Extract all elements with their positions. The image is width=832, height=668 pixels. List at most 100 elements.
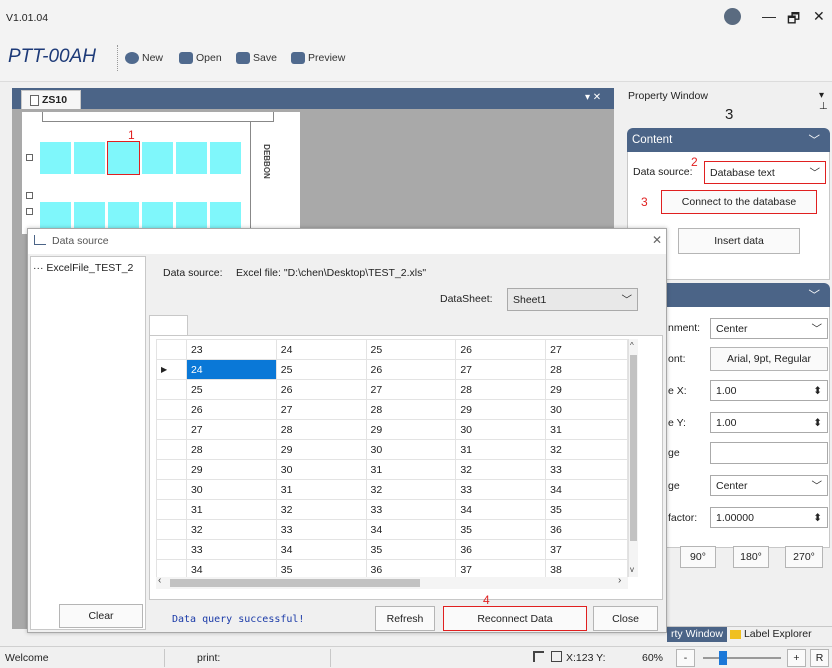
- label-cell[interactable]: [142, 142, 173, 174]
- table-row[interactable]: 29 30 31 32 33: [156, 459, 628, 480]
- table-row[interactable]: 28 29 30 31 32: [156, 439, 628, 460]
- pin-icon[interactable]: ▾ ⊥: [819, 90, 832, 112]
- table-row[interactable]: 30 31 32 33 34: [156, 479, 628, 500]
- cell[interactable]: 31: [275, 479, 367, 500]
- connect-database-button[interactable]: Connect to the database: [661, 190, 817, 214]
- cell[interactable]: 28: [455, 379, 547, 400]
- scrollbar-thumb-horizontal[interactable]: [170, 579, 420, 587]
- cell[interactable]: 34: [455, 499, 547, 520]
- insert-data-button[interactable]: Insert data: [678, 228, 800, 254]
- range-input[interactable]: [710, 442, 828, 464]
- cell[interactable]: 34: [365, 519, 457, 540]
- save-button[interactable]: Save: [236, 52, 277, 64]
- table-row[interactable]: 31 32 33 34 35: [156, 499, 628, 520]
- preview-button[interactable]: Preview: [291, 52, 345, 64]
- vertical-scrollbar[interactable]: ^ v: [628, 339, 638, 577]
- cell[interactable]: 31: [455, 439, 547, 460]
- label-cell[interactable]: [176, 202, 207, 228]
- cell[interactable]: 26: [275, 379, 367, 400]
- cell[interactable]: 34: [545, 479, 628, 500]
- scroll-left-icon[interactable]: ‹: [158, 575, 161, 586]
- cell[interactable]: 32: [545, 439, 628, 460]
- cell[interactable]: 33: [185, 539, 277, 560]
- table-row[interactable]: 26 27 28 29 30: [156, 399, 628, 420]
- label-cell[interactable]: [210, 142, 241, 174]
- cell[interactable]: 35: [275, 559, 367, 577]
- label-cell[interactable]: [210, 202, 241, 228]
- scale-y-stepper[interactable]: 1.00 ⬍: [710, 412, 828, 433]
- spinner-icon[interactable]: ⬍: [813, 417, 822, 429]
- cell[interactable]: 28: [545, 359, 628, 380]
- cell[interactable]: 36: [545, 519, 628, 540]
- cell[interactable]: 30: [545, 399, 628, 420]
- cell[interactable]: 31: [185, 499, 277, 520]
- scale-x-stepper[interactable]: 1.00 ⬍: [710, 380, 828, 401]
- spinner-icon[interactable]: ⬍: [813, 512, 822, 524]
- cell[interactable]: 32: [275, 499, 367, 520]
- rotate-180-button[interactable]: 180°: [733, 546, 769, 568]
- cell[interactable]: 28: [365, 399, 457, 420]
- cell[interactable]: 25: [275, 359, 367, 380]
- cell[interactable]: 32: [455, 459, 547, 480]
- cell[interactable]: 32: [185, 519, 277, 540]
- clear-button[interactable]: Clear: [59, 604, 143, 628]
- label-cell-selected[interactable]: [107, 141, 140, 175]
- cell[interactable]: 27: [365, 379, 457, 400]
- cell[interactable]: 31: [365, 459, 457, 480]
- cell[interactable]: 26: [365, 359, 457, 380]
- cell[interactable]: 28: [185, 439, 277, 460]
- cell[interactable]: 25: [185, 379, 277, 400]
- cell[interactable]: 30: [185, 479, 277, 500]
- cell[interactable]: 29: [365, 419, 457, 440]
- font-button[interactable]: Arial, 9pt, Regular: [710, 347, 828, 371]
- rotate-270-button[interactable]: 270°: [785, 546, 823, 568]
- cell[interactable]: 36: [455, 539, 547, 560]
- cell[interactable]: 33: [455, 479, 547, 500]
- globe-icon[interactable]: [724, 8, 741, 25]
- datasheet-select[interactable]: Sheet1 ﹀: [507, 288, 638, 311]
- minimize-button[interactable]: —: [762, 8, 776, 24]
- cell[interactable]: 27: [185, 419, 277, 440]
- close-button[interactable]: ✕: [813, 8, 825, 25]
- cell[interactable]: 35: [365, 539, 457, 560]
- cell[interactable]: 30: [365, 439, 457, 460]
- grid-icon[interactable]: [551, 651, 562, 662]
- scroll-down-icon[interactable]: v: [630, 565, 634, 574]
- alignment-select[interactable]: Center ﹀: [710, 318, 828, 339]
- label-cell[interactable]: [108, 202, 139, 228]
- column-header[interactable]: 24: [275, 339, 367, 360]
- label-cell[interactable]: [74, 202, 105, 228]
- factor-stepper[interactable]: 1.00000 ⬍: [710, 507, 828, 528]
- cell[interactable]: 35: [455, 519, 547, 540]
- scroll-up-icon[interactable]: ^: [630, 341, 634, 350]
- data-source-select[interactable]: Database text ﹀: [704, 161, 826, 184]
- label-cell[interactable]: [40, 142, 71, 174]
- tree-item-excelfile[interactable]: ··· ExcelFile_TEST_2: [33, 262, 133, 274]
- table-row[interactable]: 32 33 34 35 36: [156, 519, 628, 540]
- cell[interactable]: 30: [455, 419, 547, 440]
- cell[interactable]: 33: [365, 499, 457, 520]
- cell[interactable]: 33: [275, 519, 367, 540]
- cell[interactable]: 30: [275, 459, 367, 480]
- horizontal-scrollbar[interactable]: ‹ ›: [156, 575, 628, 589]
- sheet-tab[interactable]: [149, 315, 188, 336]
- spinner-icon[interactable]: ⬍: [813, 385, 822, 397]
- scroll-right-icon[interactable]: ›: [618, 575, 621, 586]
- align2-select[interactable]: Center ﹀: [710, 475, 828, 496]
- cell[interactable]: 37: [545, 539, 628, 560]
- cell[interactable]: 34: [185, 559, 277, 577]
- table-row[interactable]: 33 34 35 36 37: [156, 539, 628, 560]
- restore-button[interactable]: 🗗: [787, 8, 800, 32]
- zoom-in-button[interactable]: +: [787, 649, 806, 667]
- cell[interactable]: 27: [275, 399, 367, 420]
- dialog-close-button[interactable]: Close: [593, 606, 658, 631]
- content-panel-header[interactable]: Content ﹀: [627, 128, 830, 152]
- label-preview[interactable]: DEBBON 1: [22, 112, 300, 234]
- zoom-out-button[interactable]: -: [676, 649, 695, 667]
- data-grid[interactable]: 23 24 25 26 27 ▶ 24 25 26 27 28 25 26 27 28 29 26…: [156, 339, 628, 577]
- cell[interactable]: 31: [545, 419, 628, 440]
- cell[interactable]: 33: [545, 459, 628, 480]
- reconnect-data-button[interactable]: Reconnect Data: [443, 606, 587, 631]
- column-header[interactable]: 25: [365, 339, 457, 360]
- tab-menu-icon[interactable]: ▾ ✕: [585, 92, 601, 103]
